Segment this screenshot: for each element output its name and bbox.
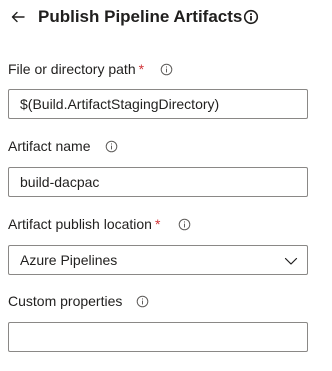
custom-properties-input[interactable] [8, 322, 308, 352]
back-button[interactable] [8, 7, 28, 27]
publish-location-info-button[interactable] [178, 218, 191, 231]
publish-location-label-text: Artifact publish location [8, 216, 152, 232]
artifact-name-input[interactable]: build-dacpac [8, 167, 308, 197]
path-input-value: $(Build.ArtifactStagingDirectory) [20, 96, 220, 112]
custom-properties-info-button[interactable] [136, 295, 149, 308]
arrow-left-icon [11, 11, 25, 23]
artifact-name-label-text: Artifact name [8, 138, 91, 154]
custom-properties-label-text: Custom properties [8, 293, 123, 309]
publish-location-label: Artifact publish location * [8, 215, 160, 233]
path-label: File or directory path * [8, 60, 144, 78]
info-circle-icon [243, 9, 259, 25]
page-title: Publish Pipeline Artifacts [38, 7, 243, 26]
info-icon [160, 63, 173, 76]
custom-properties-label: Custom properties [8, 292, 122, 310]
info-icon [178, 218, 191, 231]
panel-header: Publish Pipeline Artifacts [0, 0, 332, 36]
artifact-name-input-value: build-dacpac [20, 174, 100, 190]
task-info-button[interactable] [243, 9, 259, 25]
path-input[interactable]: $(Build.ArtifactStagingDirectory) [8, 89, 308, 119]
path-info-button[interactable] [160, 63, 173, 76]
required-marker: * [154, 216, 161, 232]
artifact-name-label: Artifact name [8, 137, 90, 155]
artifact-name-info-button[interactable] [105, 140, 118, 153]
info-icon [105, 140, 118, 153]
publish-location-selected-value: Azure Pipelines [20, 252, 118, 268]
chevron-down-icon [284, 257, 298, 265]
path-label-text: File or directory path [8, 61, 136, 77]
publish-location-dropdown[interactable]: Azure Pipelines [8, 245, 308, 275]
info-icon [136, 295, 149, 308]
required-marker: * [138, 61, 145, 77]
